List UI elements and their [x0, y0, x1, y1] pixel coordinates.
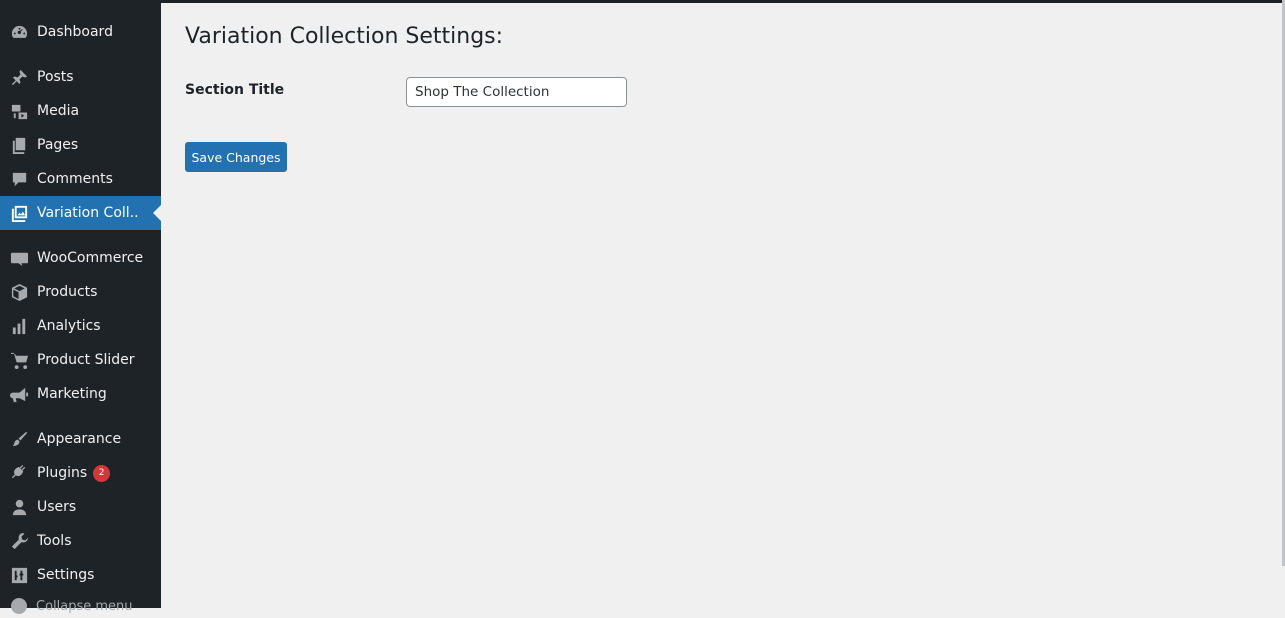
update-count-badge: 2: [93, 464, 111, 482]
section-title-input[interactable]: [406, 77, 627, 107]
sliders-icon: [0, 558, 36, 592]
sidebar-item-appearance[interactable]: Appearance: [0, 422, 161, 456]
sidebar-item-analytics[interactable]: Analytics: [0, 309, 161, 343]
sidebar-item-label: Appearance: [37, 431, 122, 447]
sidebar-item-comments[interactable]: Comments: [0, 162, 161, 196]
cart-icon: [0, 343, 36, 377]
sidebar-item-posts[interactable]: Posts: [0, 60, 161, 94]
sidebar-item-label: Dashboard: [37, 24, 113, 40]
sidebar-item-media[interactable]: Media: [0, 94, 161, 128]
user-icon: [0, 490, 36, 524]
sidebar-item-woocommerce[interactable]: WooCommerce: [0, 241, 161, 275]
sidebar-item-products[interactable]: Products: [0, 275, 161, 309]
sidebar-item-label: Media: [37, 103, 80, 119]
sidebar-item-label: Users: [37, 499, 77, 515]
box-icon: [0, 275, 36, 309]
sidebar-item-pages[interactable]: Pages: [0, 128, 161, 162]
sidebar-item-label: Product Slider: [37, 352, 135, 368]
sidebar-item-settings[interactable]: Settings: [0, 558, 161, 592]
sidebar-item-users[interactable]: Users: [0, 490, 161, 524]
brush-icon: [0, 422, 36, 456]
sidebar-item-label: Pages: [37, 137, 79, 153]
dashboard-icon: [0, 15, 36, 49]
pushpin-icon: [0, 60, 36, 94]
collapse-icon: [0, 598, 36, 614]
sidebar-item-label: Posts: [37, 69, 74, 85]
pages-icon: [0, 128, 36, 162]
sidebar-item-label: Analytics: [37, 318, 101, 334]
bar-chart-icon: [0, 309, 36, 343]
media-icon: [0, 94, 36, 128]
megaphone-icon: [0, 377, 36, 411]
sidebar-item-label: Products: [37, 284, 98, 300]
sidebar-item-dashboard[interactable]: Dashboard: [0, 15, 161, 49]
collapse-menu-label: Collapse menu: [36, 598, 133, 614]
sidebar-item-label: Marketing: [37, 386, 107, 402]
gallery-icon: [0, 196, 36, 230]
woo-icon: [0, 241, 36, 275]
sidebar-item-label: Settings: [37, 567, 95, 583]
admin-sidebar: Dashboard Posts Media Pages Comments Var…: [0, 0, 161, 614]
sidebar-item-label: Tools: [37, 533, 72, 549]
main-content: Variation Collection Settings: Section T…: [185, 0, 1285, 608]
wrench-icon: [0, 524, 36, 558]
sidebar-item-marketing[interactable]: Marketing: [0, 377, 161, 411]
sidebar-item-plugins[interactable]: Plugins 2: [0, 456, 161, 490]
collapse-menu-button[interactable]: Collapse menu: [0, 594, 161, 618]
save-changes-button[interactable]: Save Changes: [185, 142, 287, 172]
comment-icon: [0, 162, 36, 196]
sidebar-item-label: Comments: [37, 171, 113, 187]
sidebar-item-label: Variation Coll..: [37, 205, 139, 221]
plug-icon: [0, 456, 36, 490]
sidebar-item-tools[interactable]: Tools: [0, 524, 161, 558]
sidebar-item-product-slider[interactable]: Product Slider: [0, 343, 161, 377]
page-title: Variation Collection Settings:: [185, 24, 504, 49]
sidebar-item-variation-collection[interactable]: Variation Coll..: [0, 196, 161, 230]
sidebar-item-label: Plugins: [37, 465, 88, 481]
section-title-label: Section Title: [185, 82, 285, 98]
sidebar-item-label: WooCommerce: [37, 250, 144, 266]
